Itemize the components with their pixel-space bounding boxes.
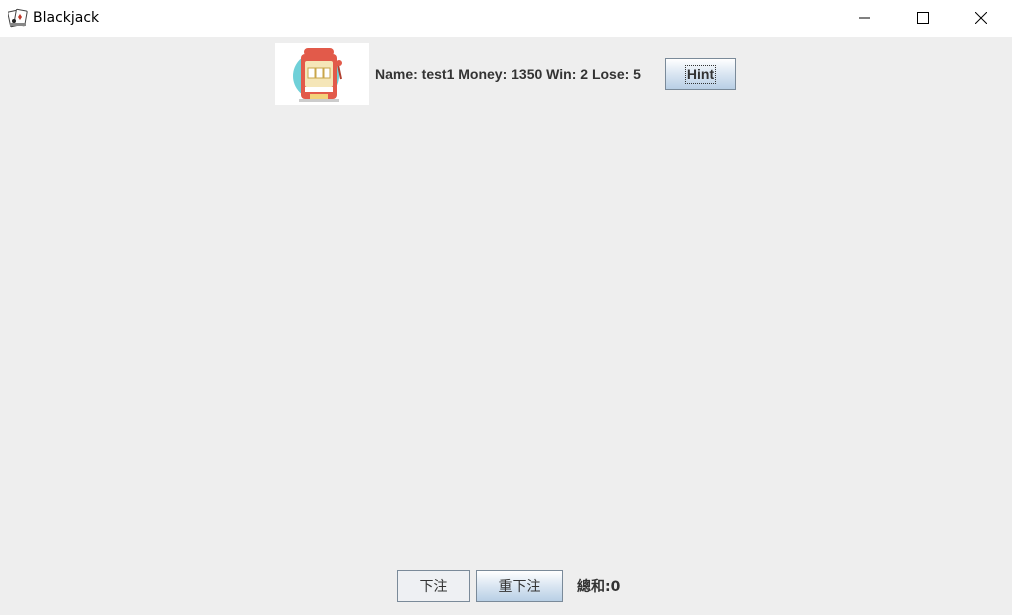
game-table-area	[0, 110, 1012, 560]
title-bar[interactable]: Blackjack	[0, 0, 1012, 37]
rebet-button-label: 重下注	[498, 578, 541, 594]
blackjack-cards-icon	[7, 8, 28, 28]
player-stats: Name: test1 Money: 1350 Win: 2 Lose: 5	[375, 66, 641, 82]
bet-button[interactable]: 下注	[397, 570, 470, 602]
minimize-icon	[859, 9, 871, 28]
maximize-button[interactable]	[900, 0, 946, 36]
bet-button-label: 下注	[419, 578, 448, 594]
rebet-button[interactable]: 重下注	[476, 570, 563, 602]
minimize-button[interactable]	[842, 0, 888, 36]
window-title: Blackjack	[33, 10, 100, 26]
hint-button[interactable]: Hint	[665, 58, 736, 90]
blackjack-window: Blackjack Name: test1 Money: 1350 Win: 2…	[0, 0, 1012, 615]
sum-total-label: 總和:0	[577, 579, 621, 595]
maximize-icon	[917, 9, 929, 28]
hint-button-label: Hint	[684, 64, 717, 84]
close-icon	[974, 9, 988, 28]
slot-machine-icon	[275, 43, 369, 105]
close-button[interactable]	[958, 0, 1004, 36]
